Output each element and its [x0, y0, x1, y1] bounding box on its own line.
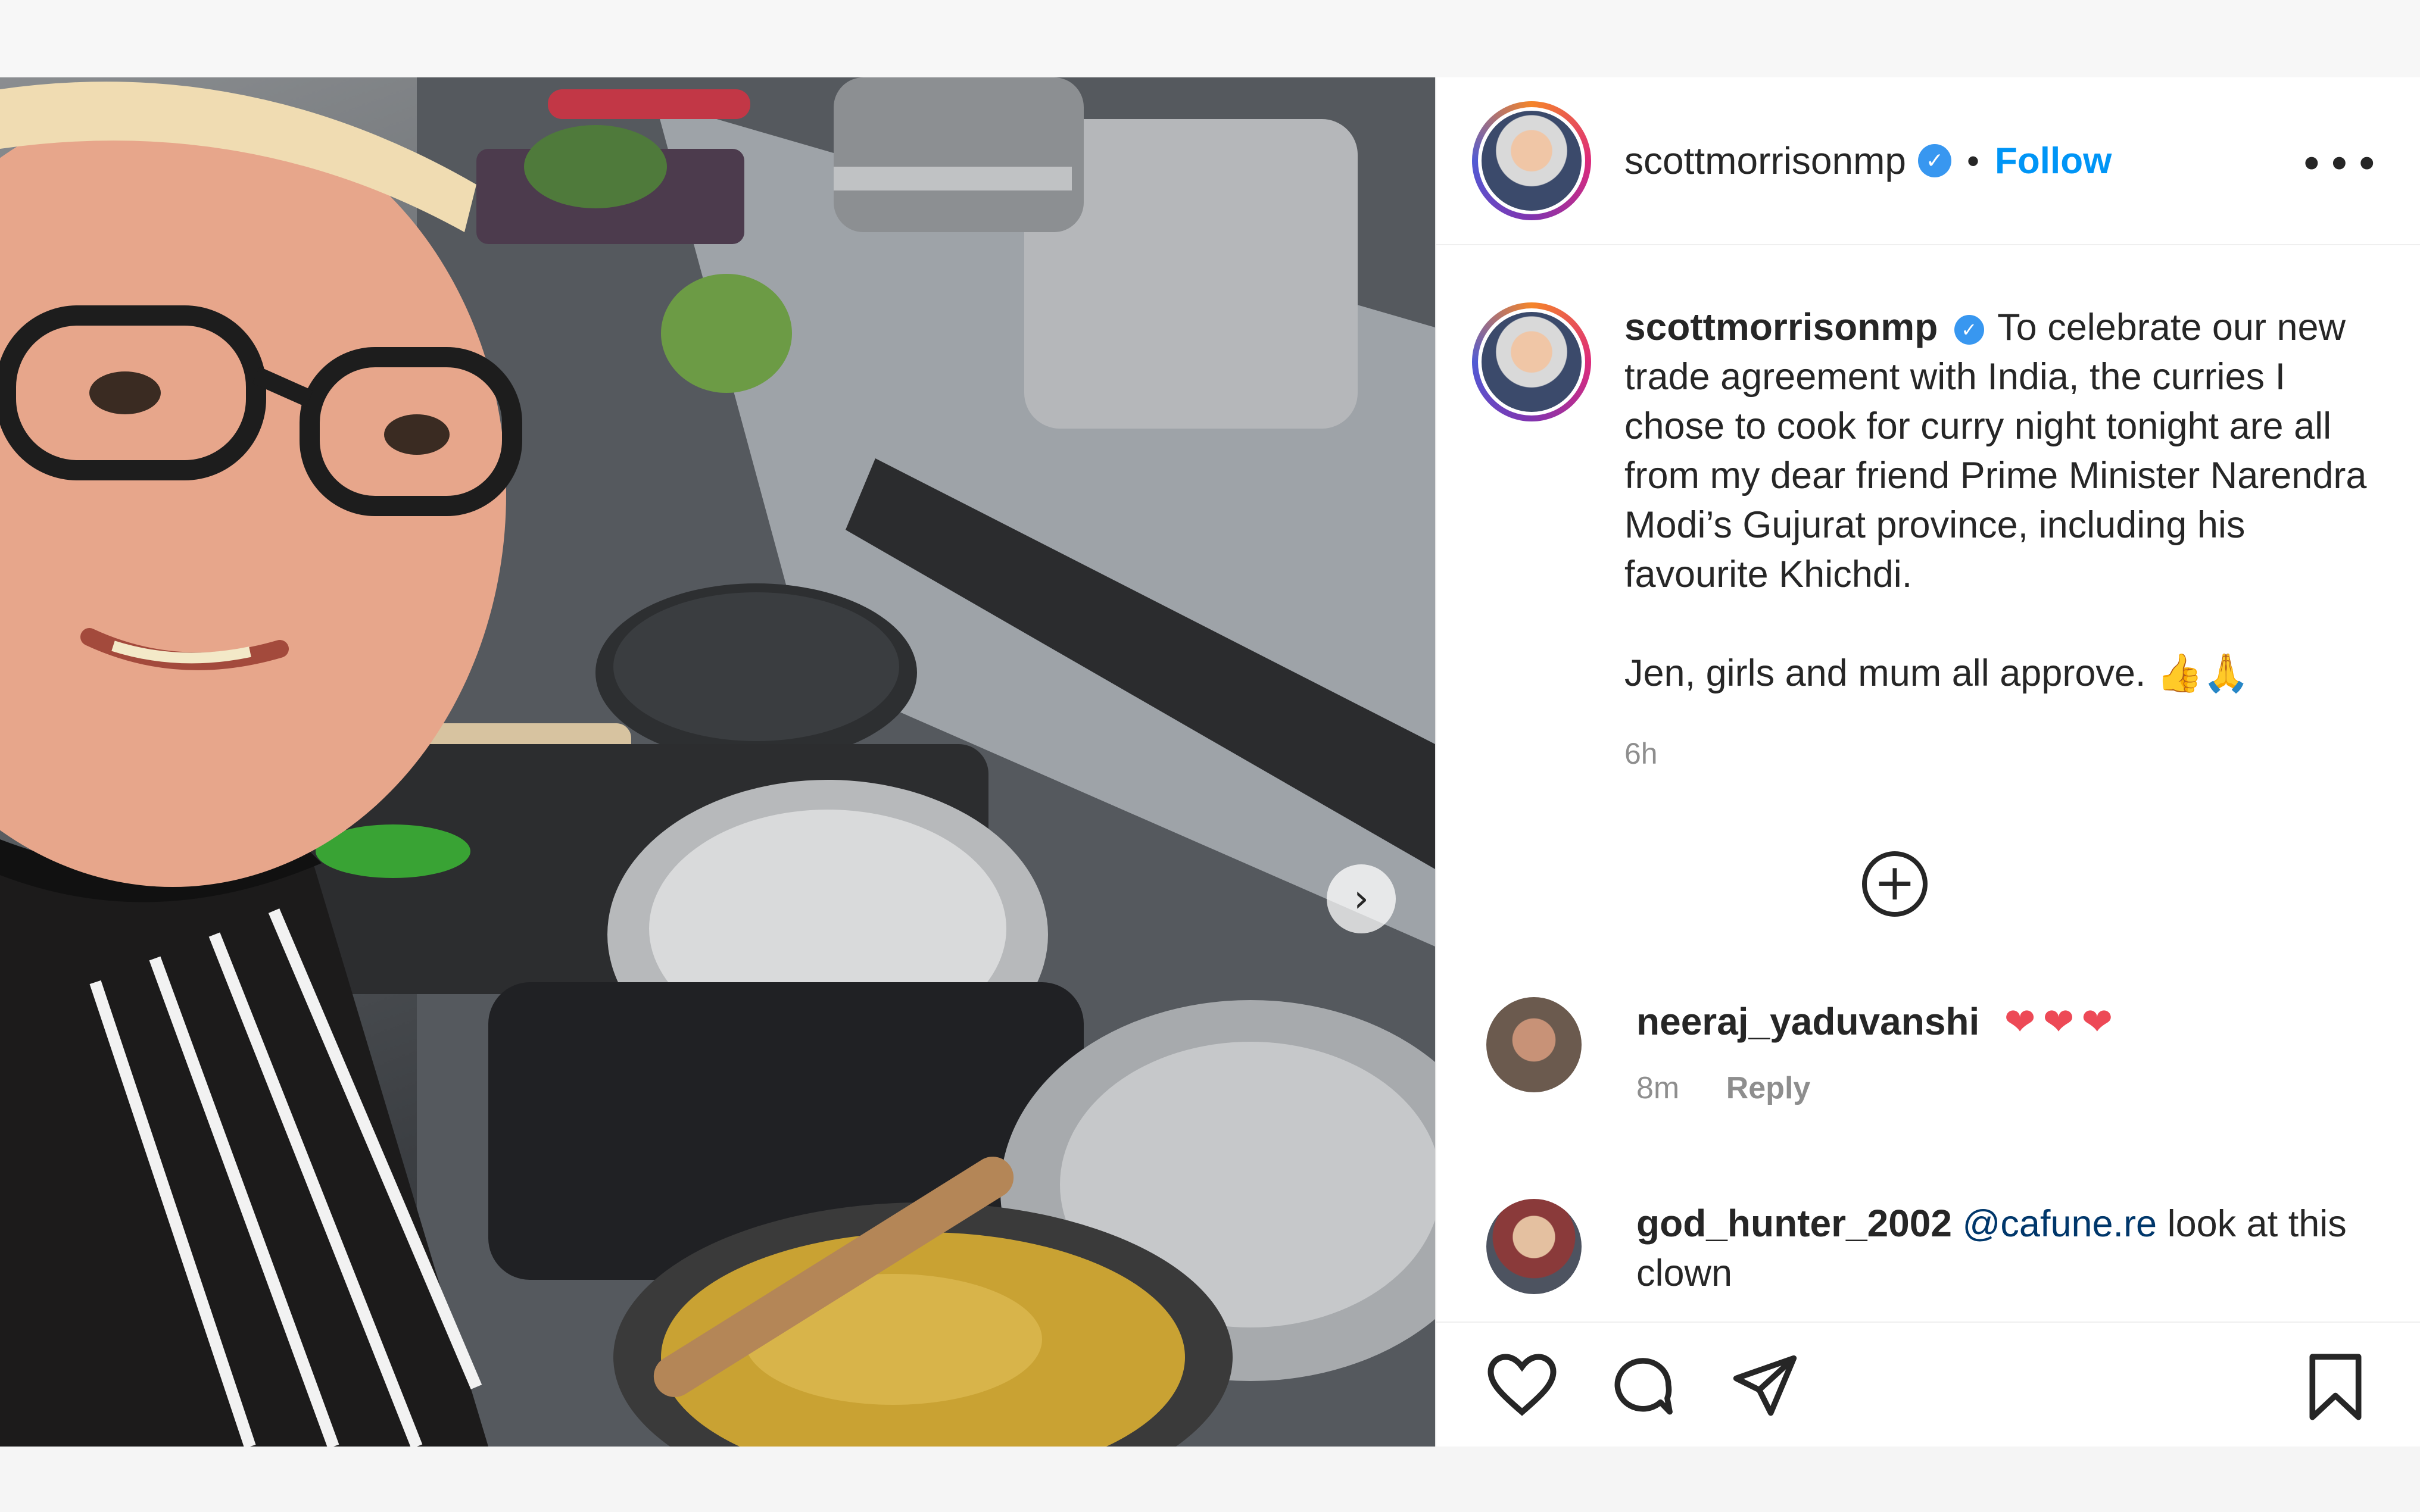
top-margin	[0, 0, 2420, 77]
comment-item: god_hunter_2002 @cafune.re look at this …	[1486, 1199, 2391, 1298]
caption-timestamp[interactable]: 6h	[1624, 729, 2393, 779]
load-more-comments-button[interactable]: +	[1862, 851, 1928, 917]
follow-button[interactable]: Follow	[1995, 140, 2112, 182]
caption-text: To celebrate our new trade agreement wit…	[1624, 307, 2367, 595]
bottom-margin	[0, 1447, 2420, 1512]
comment-timestamp[interactable]: 8m	[1636, 1071, 1679, 1105]
post-photo[interactable]: ›	[0, 77, 1435, 1447]
caption-emoji: 👍🙏	[2156, 651, 2250, 695]
action-bar	[1436, 1322, 2420, 1448]
post-header: scottmorrisonmp ✓ • Follow •••	[1436, 77, 2420, 245]
author-username[interactable]: scottmorrisonmp	[1624, 139, 1906, 183]
caption-username[interactable]: scottmorrisonmp	[1624, 305, 1938, 348]
post-caption: scottmorrisonmp ✓ To celebrate our new t…	[1472, 302, 2401, 779]
plus-circle-icon[interactable]: +	[1874, 857, 1916, 907]
caption-avatar-image	[1482, 312, 1582, 412]
comment-body: neeraj_yaduvanshi ❤❤❤ 8m Reply	[1636, 997, 2120, 1113]
author-avatar-image	[1482, 111, 1582, 211]
heart-emojis: ❤❤❤	[2004, 1000, 2120, 1044]
next-arrow-glyph[interactable]: ›	[1354, 877, 1369, 921]
separator-dot: •	[1967, 140, 1980, 181]
post-sidebar: scottmorrisonmp ✓ • Follow ••• scottmorr…	[1435, 77, 2420, 1447]
reply-button[interactable]: Reply	[1726, 1071, 1811, 1105]
commenter-avatar[interactable]	[1486, 997, 1582, 1092]
heart-icon[interactable]	[1486, 1352, 1558, 1418]
bookmark-icon[interactable]	[2306, 1352, 2365, 1422]
caption-avatar[interactable]	[1472, 302, 1591, 421]
commenter-avatar[interactable]	[1486, 1199, 1582, 1294]
comment-item: neeraj_yaduvanshi ❤❤❤ 8m Reply	[1486, 997, 2391, 1113]
verified-badge-icon: ✓	[1918, 144, 1951, 177]
comment-body: god_hunter_2002 @cafune.re look at this …	[1636, 1199, 2351, 1298]
comment-mention[interactable]: @cafune.re	[1962, 1203, 2157, 1245]
instagram-post: › scottmorrisonmp ✓ • Follow ••• scottmo…	[0, 77, 2420, 1447]
author-avatar[interactable]	[1472, 101, 1591, 220]
comment-meta: 8m Reply	[1636, 1064, 2120, 1113]
caption-body: scottmorrisonmp ✓ To celebrate our new t…	[1624, 302, 2393, 779]
kitchen-photo-illustration	[0, 77, 1435, 1447]
comment-icon[interactable]	[1609, 1352, 1677, 1420]
caption-verified-badge-icon: ✓	[1954, 315, 1984, 345]
comment-username[interactable]: neeraj_yaduvanshi	[1636, 1000, 1979, 1043]
caption-text-2: Jen, girls and mum all approve.	[1624, 652, 2146, 694]
more-options-icon[interactable]: •••	[2299, 139, 2382, 189]
chevron-right-icon[interactable]: ›	[1327, 864, 1396, 933]
comment-username[interactable]: god_hunter_2002	[1636, 1202, 1952, 1245]
share-icon[interactable]	[1730, 1352, 1800, 1422]
